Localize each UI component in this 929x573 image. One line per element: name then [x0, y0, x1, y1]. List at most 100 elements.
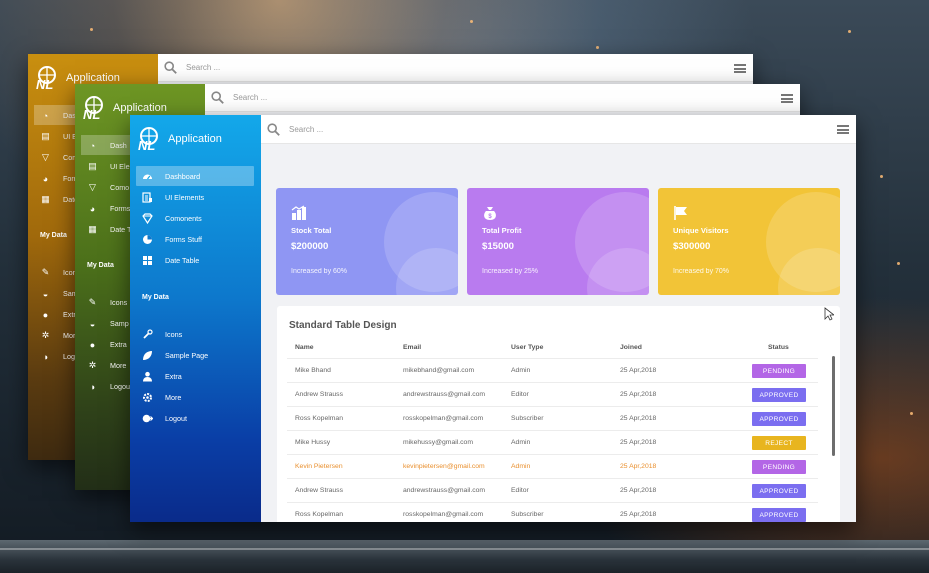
status-badge[interactable]: PENDING	[752, 364, 806, 378]
sidebar-item-date-table[interactable]: Date Table	[142, 250, 260, 271]
table-row[interactable]: Andrew Strauss andrewstrauss@gmail.com Edi…	[287, 478, 818, 502]
status-badge[interactable]: APPROVED	[752, 484, 806, 498]
ember	[880, 175, 883, 178]
menu-icon[interactable]	[734, 64, 746, 73]
column-header-email[interactable]: Email	[403, 344, 421, 351]
table-row[interactable]: Mike Bhand mikebhand@gmail.com Admin 25 Apr…	[287, 358, 818, 382]
ember	[897, 262, 900, 265]
app-logo: NL	[136, 126, 162, 153]
status-badge[interactable]: PENDING	[752, 460, 806, 474]
column-header-name[interactable]: Name	[295, 344, 314, 351]
sidebar-item-label: Forms Stuff	[165, 235, 203, 244]
table-row[interactable]: Ross Kopelman rosskopelman@gmail.com Subsc…	[287, 502, 818, 522]
sidebar-item-label: Logou	[110, 382, 130, 391]
ember	[910, 412, 913, 415]
search-box[interactable]: Search ...	[267, 123, 323, 136]
sidebar-item-icons[interactable]: Icons	[142, 324, 260, 345]
forms-icon	[142, 234, 153, 245]
section-title: My Data	[87, 262, 114, 269]
logout-icon: ◑	[89, 381, 96, 392]
cell-user-type: Editor	[511, 487, 529, 494]
speedometer-icon: ◔	[89, 140, 96, 151]
table-row[interactable]: Andrew Strauss andrewstrauss@gmail.com Edi…	[287, 382, 818, 406]
stat-card-stock-total[interactable]: Stock Total $200000 Increased by 60%	[276, 188, 458, 295]
grid-icon: ▦	[41, 194, 50, 204]
search-box[interactable]: Search ...	[211, 91, 267, 104]
cell-user-type: Editor	[511, 391, 529, 398]
cell-name: Andrew Strauss	[295, 391, 343, 398]
window-front: NL Application Dashboard UI Elements Com…	[130, 115, 856, 522]
flag-icon	[674, 206, 687, 220]
components-icon: ▽	[89, 182, 96, 192]
cell-email: andrewstrauss@gmail.com	[403, 487, 486, 494]
sidebar-item-ui-elements[interactable]: UI Elements	[142, 187, 260, 208]
logo-text: NL	[36, 77, 54, 92]
main-content: Stock Total $200000 Increased by 60% $ T…	[261, 144, 856, 522]
search-input[interactable]: Search ...	[289, 125, 323, 134]
table-title: Standard Table Design	[289, 320, 397, 331]
cell-email: mikebhand@gmail.com	[403, 367, 475, 374]
sidebar-item-label: Sample Page	[165, 351, 209, 360]
cell-user-type: Admin	[511, 439, 531, 446]
sidebar-item-more[interactable]: More	[142, 387, 260, 408]
card-subtitle: Increased by 60%	[291, 268, 348, 275]
table-row[interactable]: Kevin Pietersen kevinpietersen@gmail.com A…	[287, 454, 818, 478]
components-icon	[142, 213, 153, 224]
sidebar-item-extra[interactable]: Extra	[142, 366, 260, 387]
column-header-joined[interactable]: Joined	[620, 344, 642, 351]
card-title: Stock Total	[291, 226, 332, 235]
wrench-icon	[142, 329, 153, 340]
status-badge[interactable]: APPROVED	[752, 508, 806, 522]
speedometer-icon: ◔	[42, 110, 49, 121]
sidebar-item-logout[interactable]: Logout	[142, 408, 260, 429]
sidebar-nav[interactable]: Dashboard UI Elements Comonents Forms St…	[142, 166, 260, 271]
sidebar-item-dashboard[interactable]: Dashboard	[142, 166, 260, 187]
search-icon	[267, 123, 280, 136]
app-logo: NL	[81, 95, 107, 122]
logout-icon: ◑	[42, 351, 49, 362]
search-box[interactable]: Search ...	[164, 61, 220, 74]
cell-joined: 25 Apr,2018	[620, 463, 657, 470]
column-header-user-type[interactable]: User Type	[511, 344, 543, 351]
cell-user-type: Admin	[511, 367, 531, 374]
sidebar-item-label: UI Ele	[110, 162, 130, 171]
menu-icon[interactable]	[837, 125, 849, 134]
ui-elements-icon	[142, 192, 153, 203]
table-row[interactable]: Mike Hussy mikehussy@gmail.com Admin 25 Apr…	[287, 430, 818, 454]
menu-icon[interactable]	[781, 94, 793, 103]
topbar: Search ...	[158, 54, 753, 82]
stat-card-total-profit[interactable]: $ Total Profit $15000 Increased by 25%	[467, 188, 649, 295]
speedometer-icon	[142, 171, 153, 182]
table-scrollbar[interactable]	[832, 356, 835, 456]
app-title: Application	[168, 133, 222, 145]
table-row[interactable]: Ross Kopelman rosskopelman@gmail.com Subsc…	[287, 406, 818, 430]
money-bag-icon: $	[484, 207, 496, 220]
sidebar-item-label: Dash	[110, 141, 127, 150]
status-badge[interactable]: APPROVED	[752, 388, 806, 402]
search-input[interactable]: Search ...	[186, 63, 220, 72]
section-title: My Data	[40, 232, 67, 239]
sidebar-item-components[interactable]: Comonents	[142, 208, 260, 229]
sidebar-nav-data[interactable]: Icons Sample Page Extra More Logout	[142, 324, 260, 429]
sidebar-item-label: Extra	[165, 372, 182, 381]
ember	[470, 20, 473, 23]
stat-card-unique-visitors[interactable]: Unique Visitors $300000 Increased by 70%	[658, 188, 840, 295]
ui-elements-icon: ▤	[88, 161, 97, 171]
status-badge[interactable]: APPROVED	[752, 412, 806, 426]
column-header-status[interactable]: Status	[768, 344, 789, 351]
user-icon: ●	[42, 309, 49, 320]
sidebar-item-label: Icons	[165, 330, 183, 339]
status-badge[interactable]: REJECT	[752, 436, 806, 450]
cell-user-type: Admin	[511, 463, 531, 470]
ember	[90, 28, 93, 31]
stock-icon	[291, 205, 306, 220]
sidebar-item-label: Forms	[110, 204, 131, 213]
sidebar-item-sample-page[interactable]: Sample Page	[142, 345, 260, 366]
wrench-icon: ✎	[41, 267, 50, 277]
cell-joined: 25 Apr,2018	[620, 367, 657, 374]
sidebar: NL Application Dashboard UI Elements Com…	[130, 115, 261, 522]
search-input[interactable]: Search ...	[233, 93, 267, 102]
sidebar-item-forms[interactable]: Forms Stuff	[142, 229, 260, 250]
gear-icon: ✲	[88, 360, 97, 370]
sidebar-item-label: UI Elements	[165, 193, 205, 202]
